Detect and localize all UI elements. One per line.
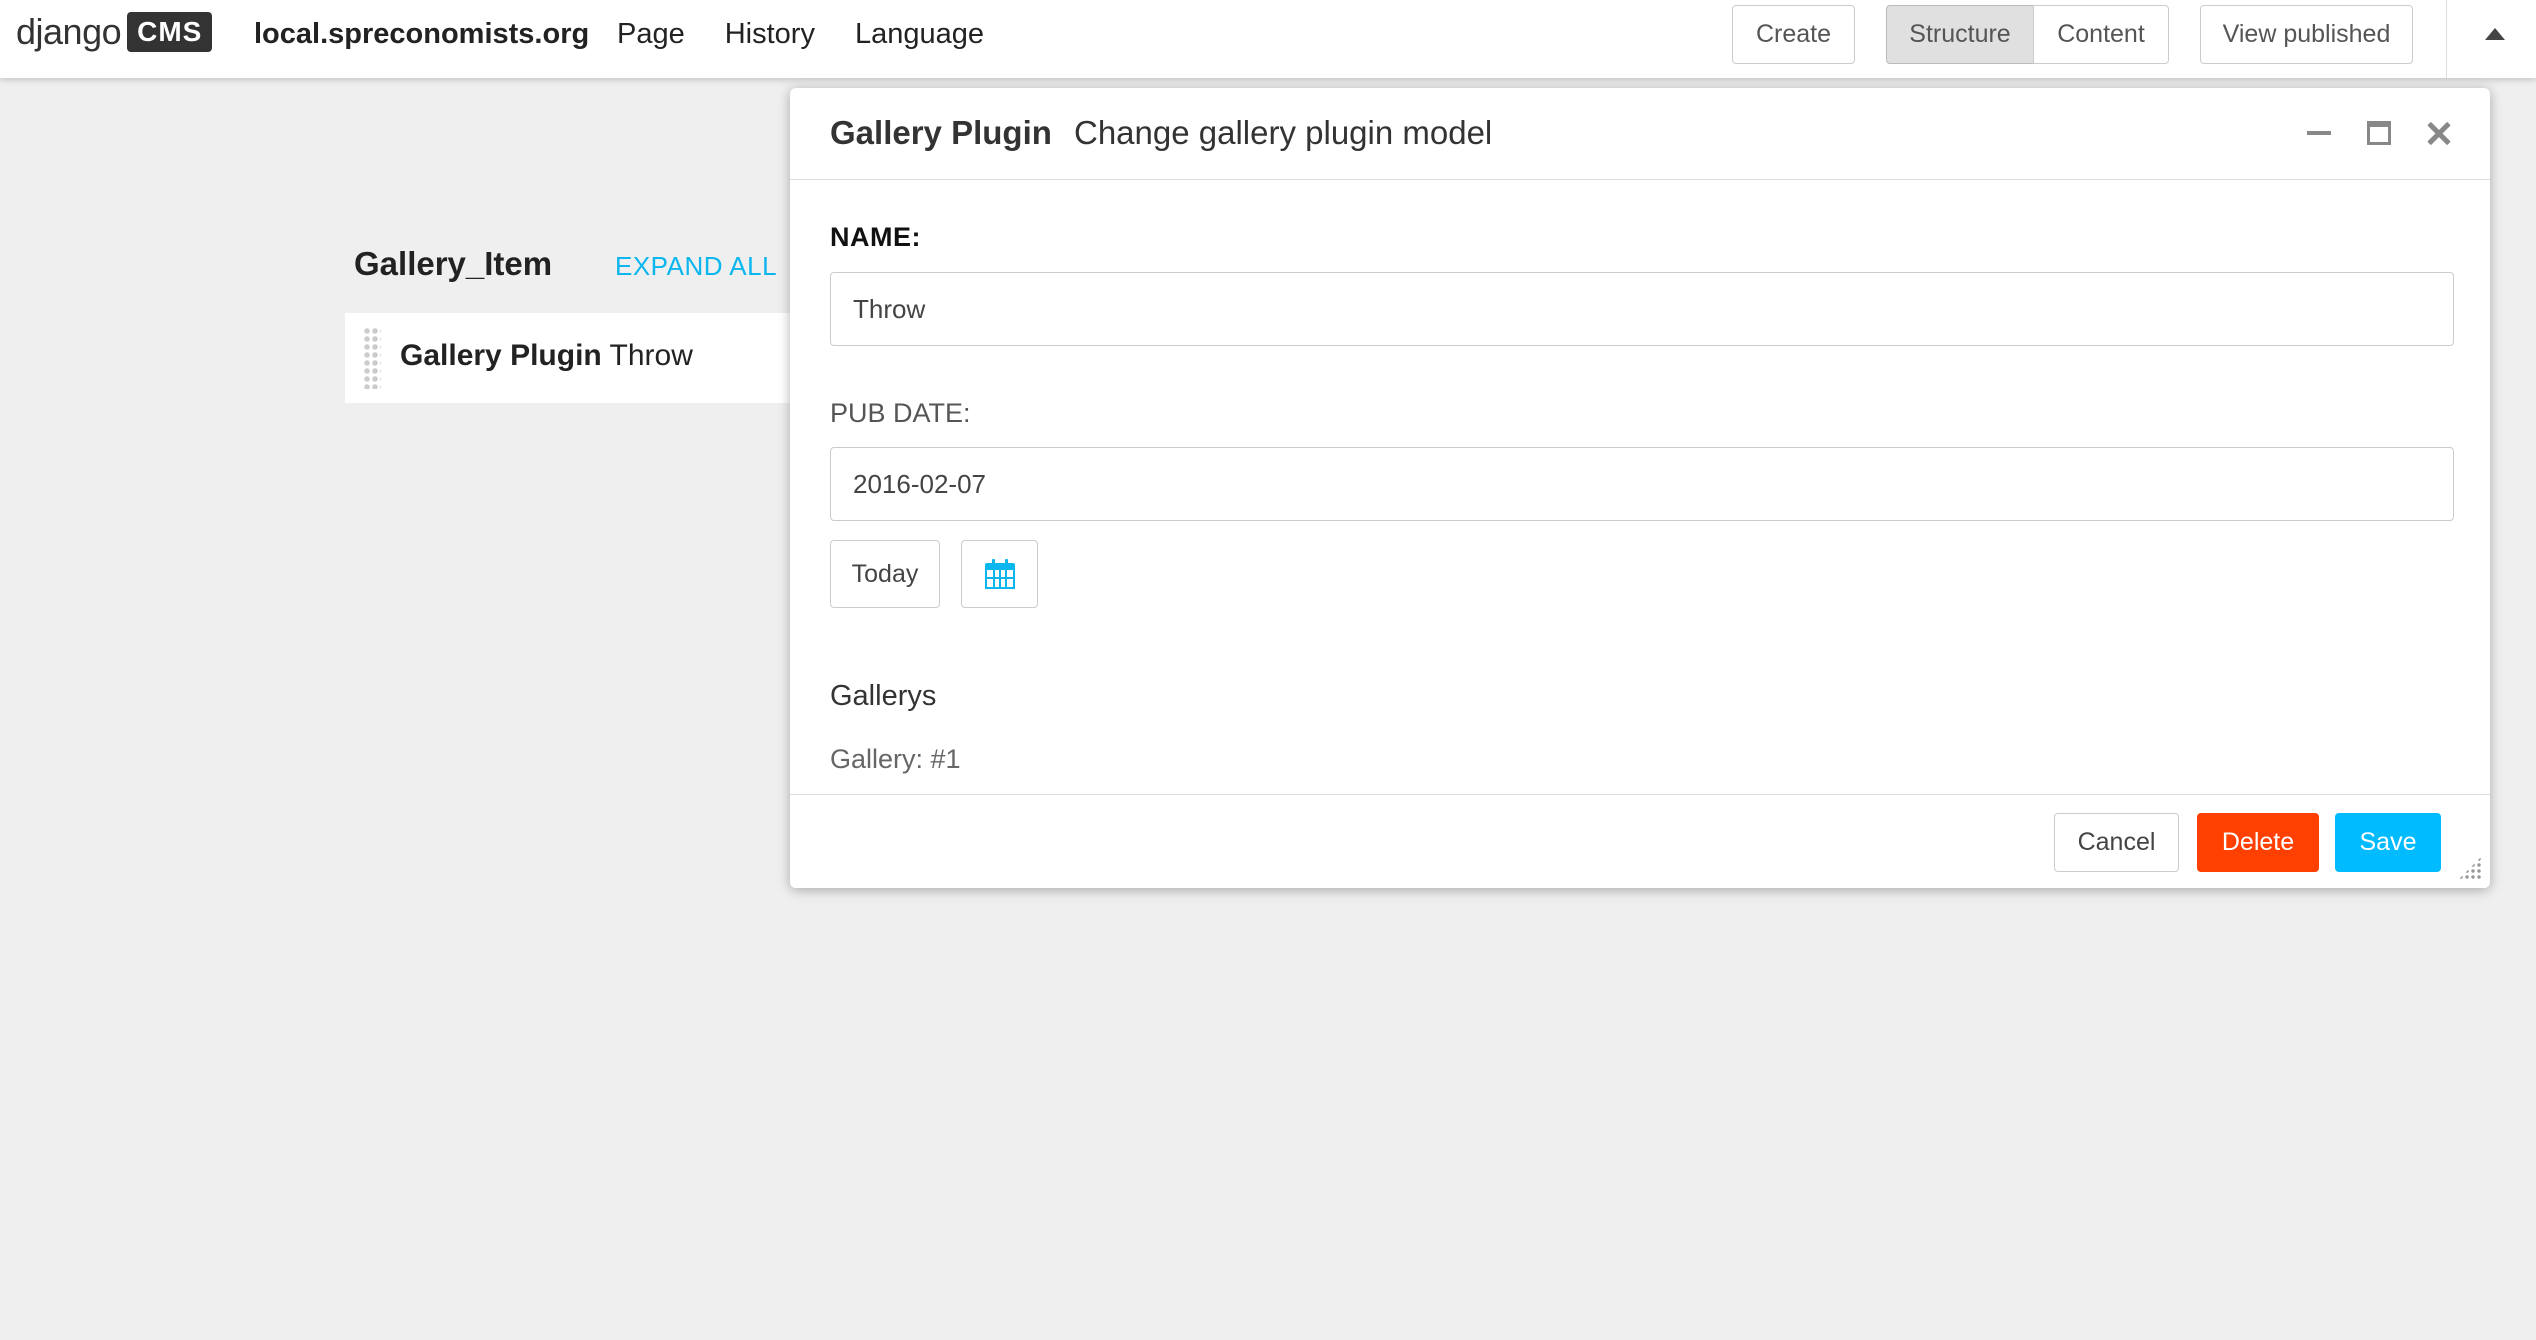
menu-page[interactable]: Page [617, 18, 685, 51]
modal-footer: Cancel Delete Save [790, 794, 2490, 888]
django-cms-logo[interactable]: django CMS [16, 8, 213, 56]
today-button[interactable]: Today [830, 540, 940, 608]
content-button[interactable]: Content [2033, 5, 2169, 64]
name-label: NAME: [830, 222, 921, 252]
expand-all-link[interactable]: EXPAND ALL [615, 251, 777, 282]
save-button[interactable]: Save [2335, 813, 2441, 872]
pub-date-field[interactable] [830, 447, 2454, 521]
maximize-icon[interactable] [2364, 118, 2394, 148]
logo-cms-badge: CMS [127, 12, 213, 52]
menu-language[interactable]: Language [855, 18, 984, 51]
minimize-icon[interactable] [2304, 118, 2334, 148]
modal-header[interactable]: Gallery Plugin Change gallery plugin mod… [790, 88, 2490, 180]
cancel-button[interactable]: Cancel [2054, 813, 2179, 872]
toolbar-divider [2446, 0, 2447, 78]
drag-handle-icon[interactable] [363, 327, 381, 389]
logo-django-text: django [16, 11, 122, 52]
name-field[interactable] [830, 272, 2454, 346]
delete-button[interactable]: Delete [2197, 813, 2319, 872]
create-button[interactable]: Create [1732, 5, 1855, 64]
modal-title: Gallery Plugin [830, 114, 1052, 151]
placeholder-title: Gallery_Item [354, 245, 553, 282]
plugin-edit-modal: Gallery Plugin Change gallery plugin mod… [790, 88, 2490, 888]
structure-button[interactable]: Structure [1886, 5, 2034, 64]
inline-section-title: Gallerys [830, 680, 937, 712]
calendar-icon [984, 559, 1015, 589]
close-icon[interactable] [2424, 118, 2454, 148]
plugin-item-label: Gallery Plugin Throw [400, 339, 693, 373]
modal-subtitle: Change gallery plugin model [1074, 114, 1493, 151]
menu-history[interactable]: History [725, 18, 815, 51]
plugin-item[interactable]: Gallery Plugin Throw [345, 313, 795, 403]
plugin-name: Throw [609, 339, 693, 372]
calendar-button[interactable] [961, 540, 1038, 608]
inline-item-label: Gallery: #1 [830, 744, 961, 774]
pub-date-label: PUB DATE: [830, 398, 971, 428]
plugin-type: Gallery Plugin [400, 339, 602, 372]
caret-up-icon[interactable] [2483, 22, 2507, 46]
toolbar-menu: Page History Language [617, 18, 984, 51]
site-name-menu[interactable]: local.spreconomists.org [254, 18, 589, 51]
view-published-button[interactable]: View published [2200, 5, 2413, 64]
cms-toolbar: django CMS local.spreconomists.org Page … [0, 0, 2536, 78]
